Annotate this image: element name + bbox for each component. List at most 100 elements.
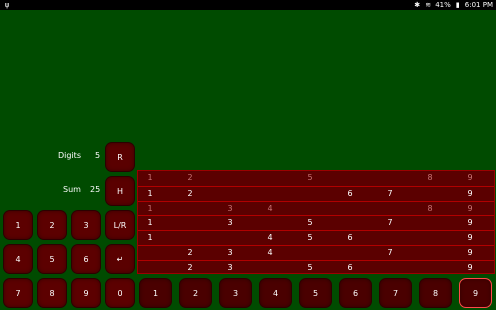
grid-cell <box>383 231 397 245</box>
grid-row: 1 3 5 7 9 <box>138 215 494 229</box>
grid-cell <box>423 246 437 260</box>
grid-cell <box>303 202 317 216</box>
grid-cell: 2 <box>187 173 193 182</box>
grid-cell: 2 <box>187 262 193 272</box>
grid-cell <box>143 261 157 275</box>
grid-cell: 9 <box>467 233 473 243</box>
grid-cell <box>183 231 197 245</box>
digit-7-button[interactable]: 7 <box>379 278 412 308</box>
grid-cell: 9 <box>467 218 473 228</box>
digit-4-button[interactable]: 4 <box>259 278 292 308</box>
numpad-0-button[interactable]: 0 <box>105 278 135 308</box>
grid-row: 1 3 4 8 9 <box>138 200 494 216</box>
grid-cell <box>223 187 237 201</box>
digits-value: 5 <box>95 151 101 160</box>
grid-row: 2 3 5 6 9 <box>138 259 494 275</box>
grid-cell: 1 <box>147 188 153 198</box>
grid-cell <box>183 216 197 230</box>
grid-row: 1 2 6 7 9 <box>138 185 494 201</box>
grid-cell: 4 <box>267 203 273 213</box>
grid-cell: 6 <box>347 262 353 272</box>
grid-cell: 5 <box>307 262 313 272</box>
battery-icon: ▮ <box>455 1 460 9</box>
hint-button[interactable]: H <box>105 176 135 206</box>
grid-cell <box>383 202 397 216</box>
digit-8-button[interactable]: 8 <box>419 278 452 308</box>
grid-cell: 2 <box>187 188 193 198</box>
numpad-8-button[interactable]: 8 <box>37 278 67 308</box>
digit-2-button[interactable]: 2 <box>179 278 212 308</box>
numpad-6-button[interactable]: 6 <box>71 244 101 274</box>
grid-row: 1 4 5 6 9 <box>138 230 494 244</box>
numpad-4-button[interactable]: 4 <box>3 244 33 274</box>
grid-cell <box>183 202 197 216</box>
grid-cell: 3 <box>227 262 233 272</box>
grid-cell <box>303 246 317 260</box>
numpad-1-button[interactable]: 1 <box>3 210 33 240</box>
bluetooth-icon: ✱ <box>414 1 421 9</box>
grid-cell <box>383 261 397 275</box>
numpad-5-button[interactable]: 5 <box>37 244 67 274</box>
grid-cell: 1 <box>147 173 153 182</box>
grid-cell: 9 <box>467 203 473 213</box>
grid-cell: 7 <box>387 188 393 198</box>
digit-3-button[interactable]: 3 <box>219 278 252 308</box>
grid-cell <box>423 216 437 230</box>
numpad-2-button[interactable]: 2 <box>37 210 67 240</box>
grid-cell <box>223 231 237 245</box>
number-grid: 1 2 5 8 9 1 2 6 7 9 1 3 4 8 9 1 3 5 7 9 1 4 5 6 9 2 3 4 7 9 2 3 5 6 9 <box>137 170 495 274</box>
grid-cell <box>423 187 437 201</box>
clock: 6:01 PM <box>464 1 493 9</box>
numpad-9-button[interactable]: 9 <box>71 278 101 308</box>
grid-cell: 7 <box>387 248 393 257</box>
reset-button[interactable]: R <box>105 142 135 172</box>
enter-button[interactable]: ↵ <box>105 244 135 274</box>
grid-cell <box>423 261 437 275</box>
grid-cell <box>343 171 357 185</box>
grid-cell: 5 <box>307 218 313 228</box>
grid-cell: 1 <box>147 203 153 213</box>
grid-cell: 9 <box>467 188 473 198</box>
digit-5-button[interactable]: 5 <box>299 278 332 308</box>
grid-cell <box>263 171 277 185</box>
numpad-3-button[interactable]: 3 <box>71 210 101 240</box>
grid-cell: 9 <box>467 248 473 257</box>
sum-label: Sum <box>63 185 81 194</box>
grid-cell: 7 <box>387 218 393 228</box>
sum-value: 25 <box>90 185 101 194</box>
grid-cell: 4 <box>267 248 273 257</box>
wifi-icon: ≋ <box>425 1 432 9</box>
grid-cell: 2 <box>187 248 193 257</box>
grid-cell: 3 <box>227 218 233 228</box>
grid-cell <box>303 187 317 201</box>
grid-cell: 4 <box>267 233 273 243</box>
grid-cell <box>263 187 277 201</box>
digit-6-button[interactable]: 6 <box>339 278 372 308</box>
left-right-button[interactable]: L/R <box>105 210 135 240</box>
grid-cell: 3 <box>227 203 233 213</box>
status-bar: ψ ✱ ≋ 41% ▮ 6:01 PM <box>0 0 496 10</box>
grid-cell <box>263 261 277 275</box>
usb-icon: ψ <box>4 1 10 9</box>
digits-label: Digits <box>58 151 81 160</box>
grid-cell <box>263 216 277 230</box>
grid-row: 1 2 5 8 9 <box>138 171 494 185</box>
grid-cell: 5 <box>307 173 313 182</box>
digit-9-button[interactable]: 9 <box>459 278 492 308</box>
grid-cell <box>343 216 357 230</box>
grid-cell: 3 <box>227 248 233 257</box>
status-right: ✱ ≋ 41% ▮ 6:01 PM <box>413 0 493 10</box>
grid-cell: 9 <box>467 173 473 182</box>
numpad-7-button[interactable]: 7 <box>3 278 33 308</box>
grid-cell <box>423 231 437 245</box>
grid-cell: 6 <box>347 233 353 243</box>
grid-cell: 8 <box>427 203 433 213</box>
battery-percentage: 41% <box>435 1 451 9</box>
digit-1-button[interactable]: 1 <box>139 278 172 308</box>
grid-cell <box>343 202 357 216</box>
grid-row: 2 3 4 7 9 <box>138 245 494 259</box>
grid-cell <box>383 171 397 185</box>
grid-cell: 1 <box>147 233 153 243</box>
grid-cell <box>343 246 357 260</box>
grid-cell: 6 <box>347 188 353 198</box>
